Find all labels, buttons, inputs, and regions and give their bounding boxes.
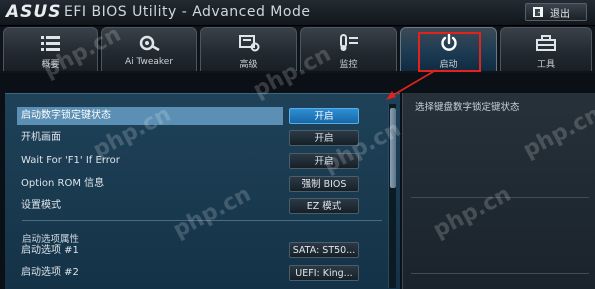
title-bar: ASUS EFI BIOS Utility - Advanced Mode 退出 bbox=[0, 0, 595, 26]
help-divider bbox=[411, 273, 589, 274]
boot-logo-value-button[interactable]: 开启 bbox=[289, 130, 359, 146]
wait-f1-value-button[interactable]: 开启 bbox=[289, 153, 359, 169]
advanced-icon bbox=[238, 35, 259, 52]
tab-monitor[interactable]: 监控 bbox=[300, 27, 397, 71]
power-icon bbox=[440, 34, 457, 51]
tab-label: 概要 bbox=[41, 60, 60, 70]
help-text: 选择键盘数字锁定键状态 bbox=[415, 102, 520, 113]
setup-mode-value-button[interactable]: EZ 模式 bbox=[289, 198, 359, 214]
exit-label: 退出 bbox=[550, 8, 570, 20]
list-icon bbox=[40, 36, 60, 51]
settings-scrollbar[interactable] bbox=[388, 104, 396, 288]
boot-option-1-value-button[interactable]: SATA: ST50... bbox=[289, 242, 359, 258]
tab-ai-tweaker[interactable]: Ai Tweaker bbox=[101, 27, 197, 71]
tab-label: 监控 bbox=[339, 60, 358, 70]
setting-row-boot-option-2[interactable]: 启动选项 #2 bbox=[17, 264, 283, 282]
tab-boot[interactable]: 启动 bbox=[400, 27, 497, 71]
tab-label: 高级 bbox=[239, 60, 258, 70]
tool-icon bbox=[536, 35, 556, 51]
option-rom-value-button[interactable]: 强制 BIOS bbox=[289, 176, 359, 192]
monitor-icon bbox=[339, 34, 358, 51]
setting-row-boot-option-1[interactable]: 启动选项 #1 bbox=[17, 242, 283, 260]
scrollbar-thumb[interactable] bbox=[390, 108, 396, 188]
setting-row-option-rom[interactable]: Option ROM 信息 bbox=[17, 175, 283, 193]
tab-advanced[interactable]: 高级 bbox=[200, 27, 297, 71]
section-divider bbox=[22, 220, 382, 221]
exit-door-icon bbox=[533, 7, 543, 17]
asus-logo: ASUS bbox=[6, 2, 62, 22]
tab-label: 启动 bbox=[439, 60, 458, 70]
numlock-value-button[interactable]: 开启 bbox=[289, 108, 359, 124]
tab-label: Ai Tweaker bbox=[124, 57, 174, 67]
boot-option-2-value-button[interactable]: UEFI: King... bbox=[289, 265, 359, 281]
tab-tools[interactable]: 工具 bbox=[500, 27, 592, 71]
app-title: EFI BIOS Utility - Advanced Mode bbox=[64, 4, 311, 20]
help-divider bbox=[411, 197, 589, 198]
exit-button[interactable]: 退出 bbox=[525, 3, 587, 21]
help-panel: 选择键盘数字锁定键状态 bbox=[402, 93, 595, 289]
tab-bar: 概要 Ai Tweaker 高级 监控 启动 工具 bbox=[0, 27, 595, 73]
setting-row-wait-f1[interactable]: Wait For 'F1' If Error bbox=[17, 152, 283, 170]
setting-row-numlock[interactable]: 启动数字锁定键状态 bbox=[17, 107, 283, 125]
tab-overview[interactable]: 概要 bbox=[3, 27, 98, 71]
tweaker-icon bbox=[139, 35, 160, 52]
setting-row-boot-logo[interactable]: 开机画面 bbox=[17, 129, 283, 147]
setting-row-setup-mode[interactable]: 设置模式 bbox=[17, 197, 283, 215]
tab-label: 工具 bbox=[536, 60, 555, 70]
